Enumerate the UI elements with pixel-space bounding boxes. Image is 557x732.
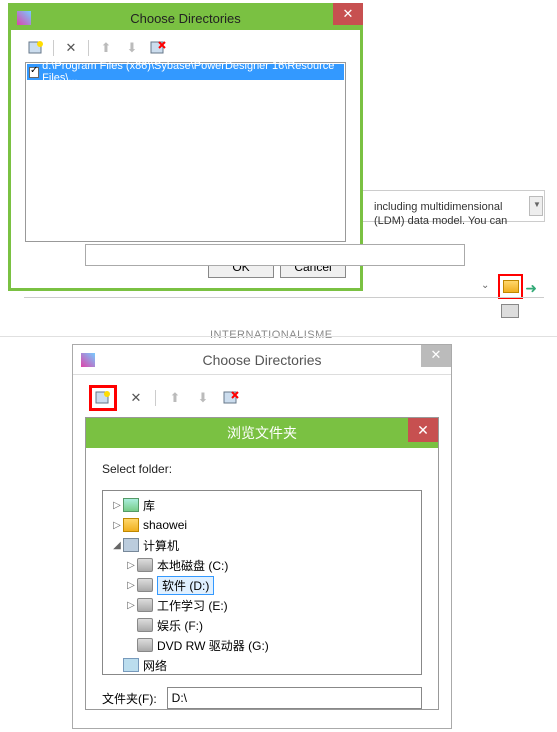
browse-body: Select folder: ▷库▷shaowei◢计算机▷本地磁盘 (C:)▷… [86,448,438,709]
tree-node[interactable]: ▷ 软件 (D:) [125,575,419,595]
titlebar[interactable]: Choose Directories ✕ [11,6,360,30]
folder-input[interactable] [167,687,422,709]
node-icon [137,558,153,572]
scrollbar-down[interactable] [529,196,543,216]
close-button[interactable]: ✕ [421,345,451,367]
title-text: Choose Directories [11,11,360,26]
tree-node[interactable]: 娱乐 (F:) [125,615,419,635]
folder-label: 文件夹(F): [102,690,157,707]
select-folder-label: Select folder: [102,462,422,476]
divider [24,297,544,298]
separator [155,390,156,406]
expand-icon[interactable] [125,640,137,651]
browse-title-text: 浏览文件夹 [227,425,297,441]
expand-icon[interactable] [111,660,123,671]
expand-icon[interactable]: ▷ [125,560,137,571]
tree-node[interactable]: 网络 [111,655,419,675]
expand-icon[interactable] [125,620,137,631]
tree-node[interactable]: ▷ shaowei [111,515,419,535]
divider [0,336,557,337]
go-icon[interactable]: ➜ [525,280,537,297]
down-arrow-icon[interactable]: ⬇ [194,390,212,406]
browse-titlebar[interactable]: 浏览文件夹 ✕ [86,418,438,448]
node-icon [137,618,153,632]
node-icon [137,638,153,652]
expand-icon[interactable]: ▷ [125,580,137,591]
toolbar: ✕ ⬆ ⬇ [73,375,451,417]
new-icon[interactable] [27,40,45,56]
list-item-text: d:\Program Files (x86)\Sybase\PowerDesig… [42,60,342,84]
node-label: 本地磁盘 (C:) [157,557,228,574]
node-icon [137,578,153,592]
node-icon [123,538,139,552]
node-label: 计算机 [143,537,179,554]
node-label: 网络 [143,657,167,674]
browse-folder-dialog: 浏览文件夹 ✕ Select folder: ▷库▷shaowei◢计算机▷本地… [85,417,439,710]
node-label: 软件 (D:) [157,576,214,595]
up-arrow-icon[interactable]: ⬆ [166,390,184,406]
printer-icon[interactable] [501,304,519,318]
node-icon [123,518,139,532]
node-icon [123,658,139,672]
highlight-marker [89,385,117,411]
tree-node[interactable]: ▷ 本地磁盘 (C:) [125,555,419,575]
blur-text: INTERNATIONALISME [210,329,333,341]
separator [53,40,54,56]
tree-node[interactable]: ▷ 工作学习 (E:) [125,595,419,615]
remove-icon[interactable] [222,390,240,406]
path-field[interactable] [85,244,465,266]
list-item[interactable]: d:\Program Files (x86)\Sybase\PowerDesig… [27,64,344,80]
delete-icon[interactable]: ✕ [62,40,80,56]
node-label: shaowei [143,518,187,532]
delete-icon[interactable]: ✕ [127,390,145,406]
expand-icon[interactable]: ▷ [125,600,137,611]
bg-description: including multidimensional (LDM) data mo… [374,200,524,229]
title-text: Choose Directories [73,352,451,368]
expand-icon[interactable]: ◢ [111,540,123,551]
down-arrow-icon[interactable]: ⬇ [123,40,141,56]
node-label: 库 [143,497,155,514]
highlight-marker [498,274,523,299]
close-button[interactable]: ✕ [333,3,363,25]
titlebar[interactable]: Choose Directories ✕ [73,345,451,375]
expand-icon[interactable]: ▷ [111,500,123,511]
choose-directories-dialog-2: Choose Directories ✕ ✕ ⬆ ⬇ 浏览文件夹 ✕ Selec… [72,344,452,729]
node-label: DVD RW 驱动器 (G:) [157,637,269,654]
checkbox[interactable] [29,67,39,78]
tree-node[interactable]: ▷库 [111,495,419,515]
close-button[interactable]: ✕ [408,418,438,442]
separator [88,40,89,56]
path-row: ⌄ ➜ [30,244,545,268]
bg-line1: including multidimensional [374,201,502,213]
remove-icon[interactable] [149,40,167,56]
expand-icon[interactable]: ▷ [111,520,123,531]
folder-tree[interactable]: ▷库▷shaowei◢计算机▷本地磁盘 (C:)▷软件 (D:)▷工作学习 (E… [102,490,422,675]
new-icon[interactable] [94,390,112,406]
node-label: 工作学习 (E:) [157,597,228,614]
tree-node[interactable]: ◢ 计算机 [111,535,419,555]
tree-node[interactable]: DVD RW 驱动器 (G:) [125,635,419,655]
node-icon [123,498,139,512]
toolbar: ✕ ⬆ ⬇ [11,30,360,62]
bg-line2: (LDM) data model. You can [374,215,507,227]
folder-input-row: 文件夹(F): [102,687,422,709]
up-arrow-icon[interactable]: ⬆ [97,40,115,56]
node-icon [137,598,153,612]
node-label: 娱乐 (F:) [157,617,203,634]
directory-list[interactable]: d:\Program Files (x86)\Sybase\PowerDesig… [25,62,346,242]
